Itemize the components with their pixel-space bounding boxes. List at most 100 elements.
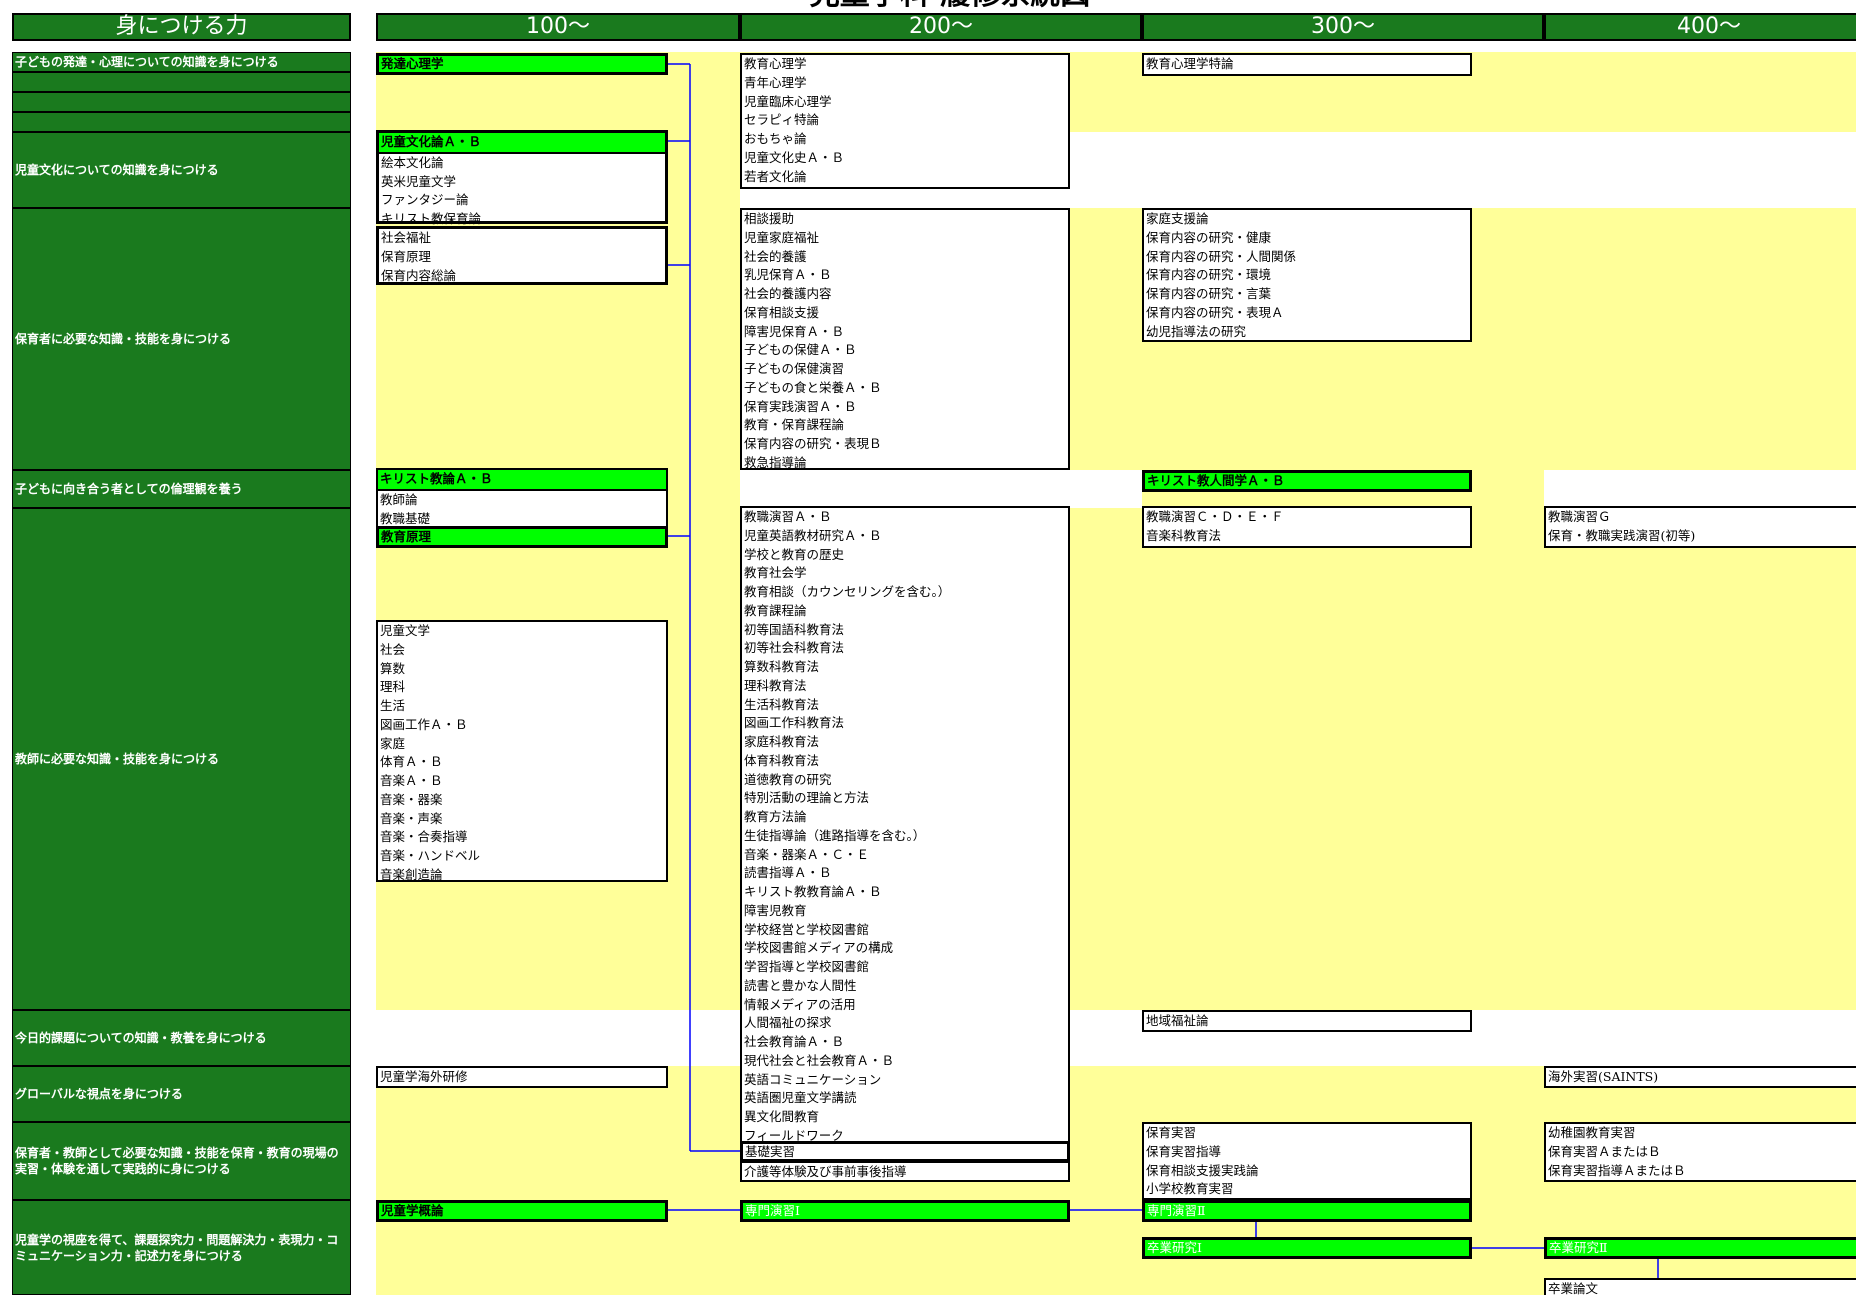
course-item: セラピィ特論: [744, 112, 820, 128]
course-item: 読書指導Ａ・Ｂ: [744, 865, 832, 881]
group-200-childcare: 相談援助 児童家庭福祉 社会的養護 乳児保育Ａ・Ｂ 社会的養護内容 保育相談支援…: [740, 208, 1070, 470]
course-item: 教育課程論: [744, 602, 807, 618]
course-item: 読書と豊かな人間性: [744, 977, 857, 993]
course-item: 児童文化史Ａ・Ｂ: [744, 149, 845, 165]
course-item: 音楽Ａ・Ｂ: [380, 773, 443, 788]
course-item: 乳児保育Ａ・Ｂ: [744, 267, 832, 283]
course-item: 教職演習Ｃ・Ｄ・Ｅ・Ｆ: [1146, 509, 1284, 524]
course-christian-anthropology: キリスト教人間学Ａ・Ｂ: [1142, 470, 1472, 492]
course-item: キリスト教教育論Ａ・Ｂ: [744, 884, 882, 899]
course-item: 教育相談（カウンセリングを含む。）: [744, 584, 951, 599]
category-research: 児童学の視座を得て、課題探究力・問題解決力・表現力・コミュニケーション力・記述力…: [12, 1200, 351, 1295]
course-item: 教育心理学特論: [1146, 56, 1234, 71]
group-400-global: 海外実習(SAINTS): [1544, 1066, 1856, 1088]
course-sotsugyo-ronbun-box: 卒業論文: [1544, 1278, 1856, 1295]
course-item: 初等社会科教育法: [744, 640, 845, 656]
group-100-childcare: 社会福祉 保育原理 保育内容総論: [376, 226, 668, 285]
course-item: 現代社会と社会教育Ａ・Ｂ: [744, 1052, 895, 1068]
group-400-practice: 幼稚園教育実習 保育実習ＡまたはＢ 保育実習指導ＡまたはＢ: [1544, 1122, 1856, 1182]
course-item: 救急指導論: [744, 454, 807, 470]
course-sotsugyo-ronbun: 卒業論文: [1548, 1281, 1599, 1295]
course-item: 社会: [380, 641, 406, 657]
course-item: 算数: [380, 660, 406, 676]
course-item: 児童学海外研修: [380, 1069, 468, 1084]
course-item: 音楽・器楽: [380, 791, 443, 807]
course-item: 生活科教育法: [744, 696, 820, 712]
course-item: 学校と教育の歴史: [744, 546, 845, 562]
course-item: 教職演習Ｇ: [1548, 509, 1611, 524]
course-item: 音楽科教育法: [1146, 527, 1222, 543]
course-item: 異文化間教育: [744, 1109, 820, 1124]
course-item: 保育内容の研究・表現Ｂ: [744, 436, 882, 451]
header-100: 100～: [376, 13, 740, 41]
course-item: 学校経営と学校図書館: [744, 921, 870, 937]
course-item: 児童文学: [380, 623, 431, 638]
course-jido-bunka-ron: 児童文化論Ａ・Ｂ: [379, 133, 665, 154]
course-item: 生徒指導論（進路指導を含む。）: [744, 827, 926, 843]
category-childcare: 保育者に必要な知識・技能を身につける: [12, 208, 351, 470]
course-item: 保育内容総論: [381, 267, 457, 283]
group-300-current: 地域福祉論: [1142, 1010, 1472, 1032]
header-200: 200～: [740, 13, 1142, 41]
curriculum-sheet: 児童学科 履修系統図 身につける力 100～ 200～ 300～ 400～ 子ど…: [0, 0, 1856, 1295]
course-item: 学校図書館メディアの構成: [744, 940, 894, 956]
course-item: 障害児保育Ａ・Ｂ: [744, 323, 845, 339]
header-300: 300～: [1142, 13, 1544, 41]
course-item: 子どもの保健演習: [744, 361, 845, 376]
course-item: 教育方法論: [744, 809, 807, 824]
course-item: 英米児童文学: [381, 173, 457, 189]
course-jidogaku-gairon: 児童学概論: [376, 1200, 668, 1222]
course-item: 音楽・ハンドベル: [380, 848, 481, 863]
course-item: 体育科教育法: [744, 752, 820, 768]
group-100-teacher: 児童文学 社会 算数 理科 生活 図画工作Ａ・Ｂ 家庭 体育Ａ・Ｂ 音楽Ａ・Ｂ …: [376, 620, 668, 882]
course-kiso-jisshu: 基礎実習: [745, 1144, 796, 1159]
course-item: 教師論: [380, 491, 418, 507]
course-item: 家庭支援論: [1146, 211, 1209, 226]
course-kaigo: 介護等体験及び事前事後指導: [744, 1164, 907, 1179]
course-item: 若者文化論: [744, 168, 807, 184]
group-300-childcare: 家庭支援論 保育内容の研究・健康 保育内容の研究・人間関係 保育内容の研究・環境…: [1142, 208, 1472, 342]
course-item: 保育実習: [1146, 1125, 1197, 1140]
category-blank-1: [12, 72, 351, 92]
course-item: 家庭: [380, 735, 406, 751]
course-item: 音楽・声楽: [380, 810, 443, 826]
course-item: 理科: [380, 679, 406, 695]
course-item: 絵本文化論: [381, 154, 444, 170]
course-item: 社会教育論Ａ・Ｂ: [744, 1034, 845, 1049]
course-item: 子どもの食と栄養Ａ・Ｂ: [744, 379, 882, 395]
group-200-teacher: 教職演習Ａ・Ｂ 児童英語教材研究Ａ・Ｂ 学校と教育の歴史 教育社会学 教育相談（…: [740, 506, 1070, 1144]
course-item: 社会的養護内容: [744, 286, 832, 301]
course-item: 保育原理: [381, 248, 432, 264]
course-sotsuken-2: 卒業研究Ⅱ: [1544, 1237, 1856, 1259]
course-item: 保育相談支援実践論: [1146, 1162, 1259, 1178]
course-item: 保育内容の研究・人間関係: [1146, 248, 1297, 264]
course-item: 道徳教育の研究: [744, 771, 832, 787]
course-item: 初等国語科教育法: [744, 621, 845, 637]
group-300-psych: 教育心理学特論: [1142, 53, 1472, 76]
category-culture: 児童文化についての知識を身につける: [12, 132, 351, 208]
category-blank-2: [12, 92, 351, 112]
course-item: 保育実習指導ＡまたはＢ: [1548, 1162, 1686, 1178]
course-item: 障害児教育: [744, 902, 807, 918]
course-christianity: キリスト教論Ａ・Ｂ: [378, 470, 666, 491]
course-item: 人間福祉の探求: [744, 1015, 832, 1031]
course-item: 教育心理学: [744, 56, 807, 71]
course-item: 保育実習ＡまたはＢ: [1548, 1143, 1661, 1159]
course-item: 子どもの保健Ａ・Ｂ: [744, 342, 857, 358]
course-item: 保育内容の研究・言葉: [1146, 286, 1272, 301]
course-item: 児童英語教材研究Ａ・Ｂ: [744, 527, 882, 543]
category-development: 子どもの発達・心理についての知識を身につける: [12, 52, 351, 72]
course-item: 児童家庭福祉: [744, 229, 820, 245]
course-item: 教職演習Ａ・Ｂ: [744, 509, 832, 524]
course-item: 保育内容の研究・環境: [1146, 267, 1272, 283]
course-item: 児童臨床心理学: [744, 93, 832, 109]
course-item: 保育内容の研究・健康: [1146, 229, 1272, 245]
course-semi-1: 専門演習Ⅰ: [740, 1200, 1070, 1222]
course-kyoiku-genri: 教育原理: [376, 526, 668, 548]
course-item: 海外実習(SAINTS): [1548, 1069, 1659, 1084]
group-100-culture: 児童文化論Ａ・Ｂ 絵本文化論 英米児童文学 ファンタジー論 キリスト教保育論: [376, 130, 668, 226]
course-item: 情報メディアの活用: [744, 996, 856, 1012]
course-item: 教育・保育課程論: [744, 417, 845, 433]
course-item: 算数科教育法: [744, 659, 820, 674]
category-teacher: 教師に必要な知識・技能を身につける: [12, 508, 351, 1010]
